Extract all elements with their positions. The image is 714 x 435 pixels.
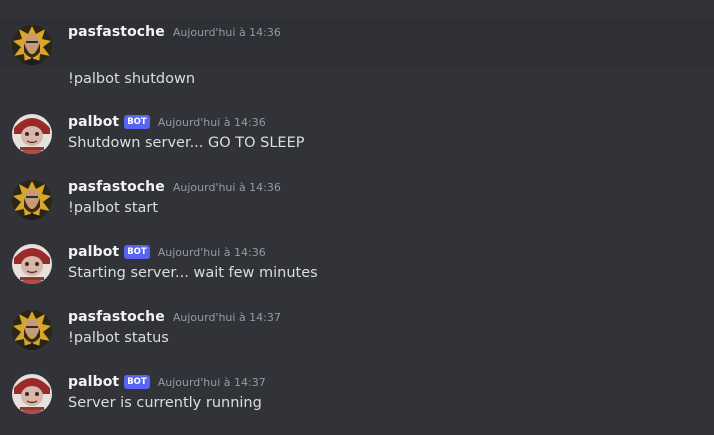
timestamp[interactable]: Aujourd'hui à 14:37 <box>158 376 266 389</box>
message-text: !palbot shutdown <box>68 71 196 87</box>
bot-character-avatar-icon[interactable] <box>12 374 52 414</box>
username[interactable]: palbot <box>68 374 119 390</box>
timestamp[interactable]: Aujourd'hui à 14:36 <box>173 181 281 194</box>
message-header: palbot BOT Aujourd'hui à 14:36 <box>68 112 266 132</box>
message-group[interactable]: pasfastoche Aujourd'hui à 14:36 !palbot … <box>0 176 714 226</box>
timestamp[interactable]: Aujourd'hui à 14:36 <box>158 246 266 259</box>
chat-top-band <box>0 0 714 18</box>
timestamp[interactable]: Aujourd'hui à 14:36 <box>158 116 266 129</box>
message-text: Starting server... wait few minutes <box>68 265 318 281</box>
bearded-man-avatar-icon[interactable] <box>12 310 52 350</box>
message-header: pasfastoche Aujourd'hui à 14:36 <box>68 177 281 197</box>
message-header: pasfastoche Aujourd'hui à 14:36 <box>68 22 281 42</box>
message-header: palbot BOT Aujourd'hui à 14:36 <box>68 242 266 262</box>
username[interactable]: pasfastoche <box>68 309 165 325</box>
username[interactable]: pasfastoche <box>68 24 165 40</box>
bot-character-avatar-icon[interactable] <box>12 244 52 284</box>
message-header: pasfastoche Aujourd'hui à 14:37 <box>68 307 281 327</box>
bot-tag: BOT <box>124 245 150 259</box>
message-group[interactable]: palbot BOT Aujourd'hui à 14:37 Server is… <box>0 371 714 421</box>
message-header: palbot BOT Aujourd'hui à 14:37 <box>68 372 266 392</box>
bot-tag: BOT <box>124 115 150 129</box>
bearded-man-avatar-icon[interactable] <box>12 180 52 220</box>
bot-tag: BOT <box>124 375 150 389</box>
username[interactable]: pasfastoche <box>68 179 165 195</box>
bearded-man-avatar-icon[interactable] <box>12 25 52 65</box>
timestamp[interactable]: Aujourd'hui à 14:36 <box>173 26 281 39</box>
message-group[interactable]: palbot BOT Aujourd'hui à 14:36 Shutdown … <box>0 111 714 161</box>
username[interactable]: palbot <box>68 114 119 130</box>
timestamp[interactable]: Aujourd'hui à 14:37 <box>173 311 281 324</box>
message-group[interactable]: pasfastoche Aujourd'hui à 14:37 !palbot … <box>0 306 714 356</box>
message-text: Shutdown server... GO TO SLEEP <box>68 135 305 151</box>
bot-character-avatar-icon[interactable] <box>12 114 52 154</box>
message-text: !palbot status <box>68 330 169 346</box>
message-text: !palbot start <box>68 200 159 216</box>
message-group[interactable]: palbot BOT Aujourd'hui à 14:36 Starting … <box>0 241 714 291</box>
username[interactable]: palbot <box>68 244 119 260</box>
message-text: Server is currently running <box>68 395 262 411</box>
message-group[interactable]: pasfastoche Aujourd'hui à 14:36 !palbot … <box>0 18 714 87</box>
